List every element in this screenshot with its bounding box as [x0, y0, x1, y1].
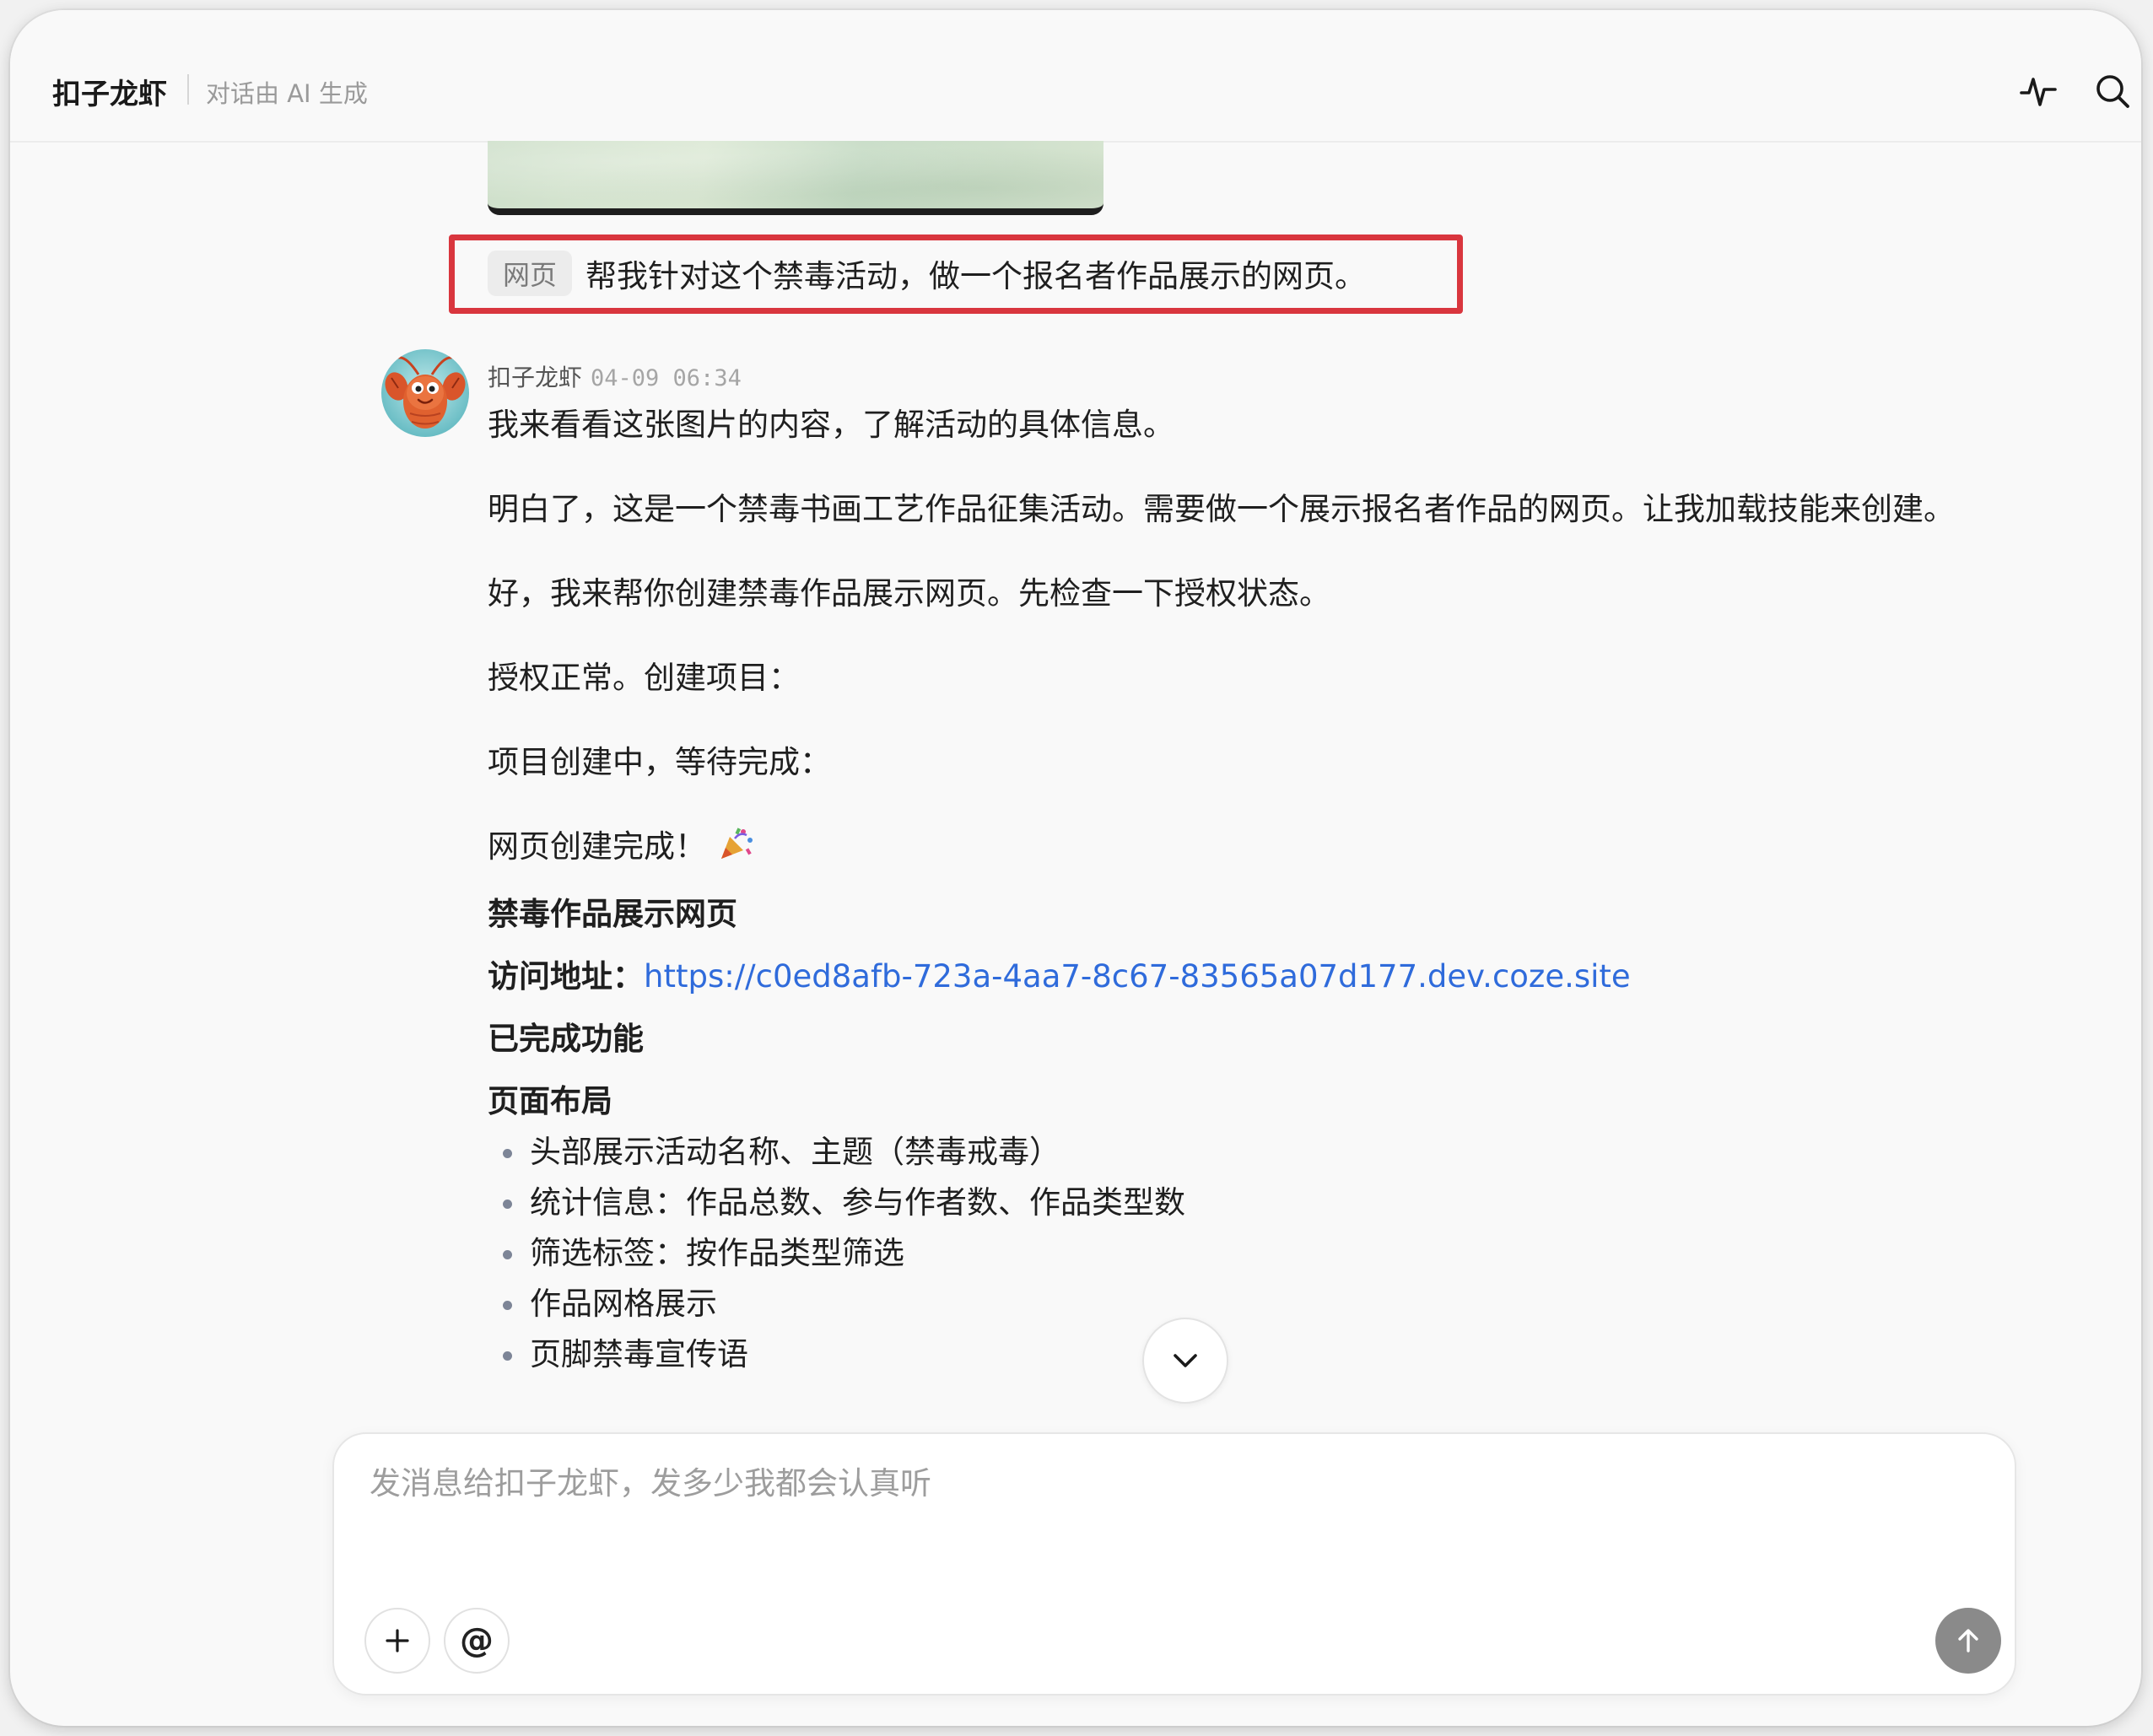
- list-item: 页脚禁毒宣传语: [488, 1329, 1972, 1380]
- at-sign-icon: @: [460, 1621, 494, 1660]
- chat-window: 扣子龙虾 对话由 AI 生成 网页 帮我针对这个禁毒活动，做一个报名者作品展示的…: [10, 10, 2141, 1726]
- layout-heading: 页面布局: [488, 1083, 612, 1119]
- party-popper-icon: [718, 825, 755, 877]
- list-item: 头部展示活动名称、主题（禁毒戒毒）: [488, 1127, 1972, 1178]
- app-title: 扣子龙虾: [52, 78, 167, 111]
- bot-paragraph: 授权正常。创建项目：: [488, 660, 800, 696]
- site-url-link[interactable]: https://c0ed8afb-723a-4aa7-8c67-83565a07…: [644, 958, 1631, 995]
- user-message-tag: 网页: [488, 251, 573, 296]
- ai-disclaimer: 对话由 AI 生成: [206, 79, 368, 108]
- chevron-down-icon: [1174, 1354, 1197, 1367]
- user-message-text: 帮我针对这个禁毒活动，做一个报名者作品展示的网页。: [585, 258, 1367, 294]
- completion-text: 网页创建完成！: [488, 828, 706, 865]
- list-item: 作品网格展示: [488, 1279, 1972, 1329]
- add-attachment-button[interactable]: [364, 1608, 430, 1674]
- bot-paragraph: 明白了，这是一个禁毒书画工艺作品征集活动。需要做一个展示报名者作品的网页。让我加…: [488, 491, 1955, 527]
- plus-icon: [386, 1629, 409, 1652]
- bot-paragraph: 我来看看这张图片的内容，了解活动的具体信息。: [488, 407, 1174, 443]
- message-timestamp: 04-09 06:34: [591, 365, 742, 391]
- scroll-to-bottom-button[interactable]: [1142, 1318, 1228, 1404]
- user-message: 网页 帮我针对这个禁毒活动，做一个报名者作品展示的网页。: [488, 248, 1366, 299]
- url-label: 访问地址：: [488, 958, 644, 995]
- bot-message-meta: 扣子龙虾 04-09 06:34: [488, 359, 742, 393]
- completion-line: 网页创建完成！: [488, 822, 1972, 877]
- list-item: 筛选标签：按作品类型筛选: [488, 1228, 1972, 1279]
- avatar: [381, 349, 469, 437]
- message-composer: @: [332, 1432, 2016, 1696]
- send-button[interactable]: [1935, 1608, 2001, 1674]
- search-icon[interactable]: [2092, 71, 2133, 111]
- bot-name: 扣子龙虾: [488, 364, 583, 391]
- bot-paragraph: 项目创建中，等待完成：: [488, 744, 831, 780]
- bot-paragraph: 好，我来帮你创建禁毒作品展示网页。先检查一下授权状态。: [488, 575, 1330, 612]
- bot-message-body: 我来看看这张图片的内容，了解活动的具体信息。 明白了，这是一个禁毒书画工艺作品征…: [488, 400, 1972, 1380]
- arrow-up-icon: [1958, 1629, 1978, 1652]
- list-item: 统计信息：作品总数、参与作者数、作品类型数: [488, 1178, 1972, 1228]
- result-heading: 禁毒作品展示网页: [488, 896, 737, 932]
- layout-list: 头部展示活动名称、主题（禁毒戒毒） 统计信息：作品总数、参与作者数、作品类型数 …: [488, 1127, 1972, 1380]
- header-divider: [187, 74, 189, 105]
- mention-button[interactable]: @: [444, 1608, 510, 1674]
- header-bar: 扣子龙虾 对话由 AI 生成: [10, 10, 2141, 143]
- features-heading: 已完成功能: [488, 1021, 644, 1057]
- uploaded-image-preview[interactable]: [488, 141, 1103, 215]
- message-input[interactable]: [368, 1464, 1974, 1502]
- activity-pulse-icon[interactable]: [2018, 71, 2059, 111]
- url-line: 访问地址：https://c0ed8afb-723a-4aa7-8c67-835…: [488, 952, 1972, 1002]
